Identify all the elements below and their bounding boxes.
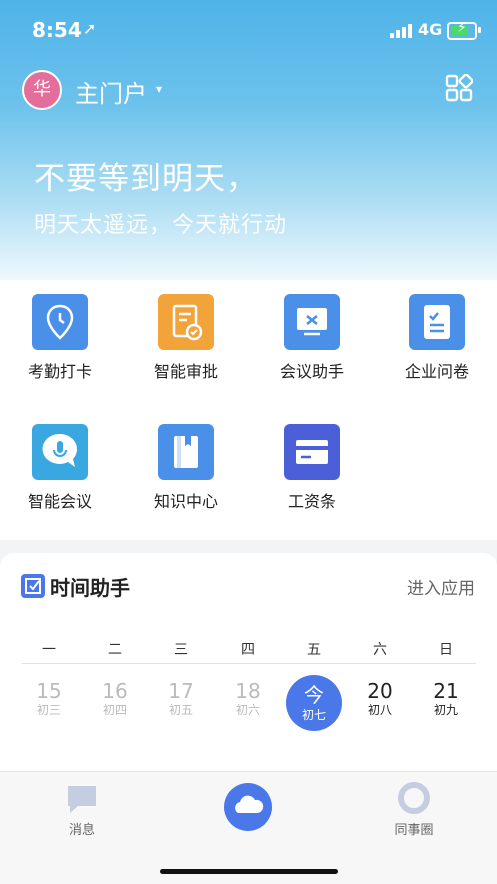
app-knowledge-center[interactable]: 知识中心 bbox=[126, 410, 246, 520]
time-helper-card: 时间助手 进入应用 一 二 三 四 五 六 日 15 初三 16 初四 17 初… bbox=[0, 553, 497, 771]
day-number: 今 bbox=[304, 683, 324, 707]
calendar-day[interactable]: 15 初三 bbox=[19, 679, 79, 718]
weekday-label: 一 bbox=[42, 642, 56, 658]
tab-label: 同事圈 bbox=[394, 823, 434, 838]
cloud-home-icon[interactable] bbox=[223, 782, 273, 832]
day-number: 16 bbox=[102, 679, 128, 703]
weekday-label: 三 bbox=[174, 642, 188, 658]
message-bubble-icon[interactable] bbox=[66, 784, 98, 814]
app-payslip[interactable]: 工资条 bbox=[252, 410, 372, 520]
app-label: 智能审批 bbox=[153, 362, 218, 381]
weekday-label: 二 bbox=[108, 642, 122, 658]
divider bbox=[22, 663, 476, 664]
payslip-card-icon[interactable] bbox=[284, 424, 340, 480]
day-number: 15 bbox=[36, 679, 62, 703]
signal-icon bbox=[390, 22, 412, 38]
slogan-line2: 明天太遥远，今天就行动 bbox=[34, 213, 288, 238]
weekday-label: 四 bbox=[241, 642, 255, 658]
app-grid: 考勤打卡 智能审批 会议助手 企业问卷 智能会议 知识中心 工资条 bbox=[0, 280, 497, 540]
calendar-check-icon bbox=[21, 574, 45, 598]
status-time: 8:54 bbox=[32, 18, 82, 42]
calendar-day[interactable]: 16 初四 bbox=[85, 679, 145, 718]
app-label: 考勤打卡 bbox=[27, 362, 92, 381]
weekday-label: 六 bbox=[373, 642, 387, 658]
lunar-date: 初四 bbox=[102, 703, 127, 717]
battery-icon: ⚡ bbox=[447, 20, 481, 40]
lunar-date: 初八 bbox=[367, 703, 392, 717]
calendar-day[interactable]: 21 初九 bbox=[416, 679, 476, 718]
questionnaire-document-icon[interactable] bbox=[409, 294, 465, 350]
microphone-bubble-icon[interactable] bbox=[32, 424, 88, 480]
book-icon[interactable] bbox=[158, 424, 214, 480]
presentation-board-icon[interactable] bbox=[284, 294, 340, 350]
status-bar: 8:54 ➚ 4G ⚡ bbox=[0, 18, 497, 46]
app-approval[interactable]: 智能审批 bbox=[126, 280, 246, 390]
home-indicator bbox=[160, 869, 338, 874]
weekday-label: 日 bbox=[439, 642, 453, 658]
app-attendance[interactable]: 考勤打卡 bbox=[0, 280, 120, 390]
calendar-day[interactable]: 18 初六 bbox=[218, 679, 278, 718]
calendar-day[interactable]: 20 初八 bbox=[350, 679, 410, 718]
lunar-date: 初六 bbox=[235, 703, 260, 717]
app-label: 知识中心 bbox=[153, 492, 218, 511]
location-pin-icon[interactable] bbox=[32, 294, 88, 350]
lunar-date: 初五 bbox=[168, 703, 193, 717]
app-label: 工资条 bbox=[287, 492, 336, 511]
day-number: 20 bbox=[367, 679, 393, 703]
network-label: 4G bbox=[418, 20, 443, 39]
app-grid-icon[interactable] bbox=[445, 74, 473, 102]
app-label: 会议助手 bbox=[279, 362, 344, 381]
day-number: 21 bbox=[433, 679, 459, 703]
portal-name[interactable]: 主门户 bbox=[75, 74, 147, 109]
calendar-day-today[interactable]: 今 初七 bbox=[286, 675, 342, 731]
app-meeting-assistant[interactable]: 会议助手 bbox=[252, 280, 372, 390]
weekday-label: 五 bbox=[307, 642, 321, 658]
app-questionnaire[interactable]: 企业问卷 bbox=[377, 280, 497, 390]
day-number: 17 bbox=[168, 679, 194, 703]
lunar-date: 初九 bbox=[433, 703, 458, 717]
approval-document-icon[interactable] bbox=[158, 294, 214, 350]
tab-bar: 消息 同事圈 bbox=[0, 771, 497, 884]
colleague-circle-icon[interactable] bbox=[398, 782, 430, 814]
location-arrow-icon: ➚ bbox=[83, 19, 97, 38]
app-label: 企业问卷 bbox=[404, 362, 469, 381]
slogan-line1: 不要等到明天， bbox=[34, 161, 258, 197]
day-number: 18 bbox=[235, 679, 261, 703]
avatar[interactable]: 华 bbox=[22, 70, 62, 110]
lunar-date: 初七 bbox=[301, 708, 326, 722]
app-label: 智能会议 bbox=[27, 492, 92, 511]
time-helper-title: 时间助手 bbox=[50, 576, 130, 600]
calendar-day[interactable]: 17 初五 bbox=[151, 679, 211, 718]
lunar-date: 初三 bbox=[36, 703, 61, 717]
enter-app-link[interactable]: 进入应用 bbox=[407, 574, 475, 599]
chevron-down-icon[interactable]: ▾ bbox=[156, 82, 162, 96]
app-smart-meeting[interactable]: 智能会议 bbox=[0, 410, 120, 520]
tab-label: 消息 bbox=[68, 823, 95, 838]
